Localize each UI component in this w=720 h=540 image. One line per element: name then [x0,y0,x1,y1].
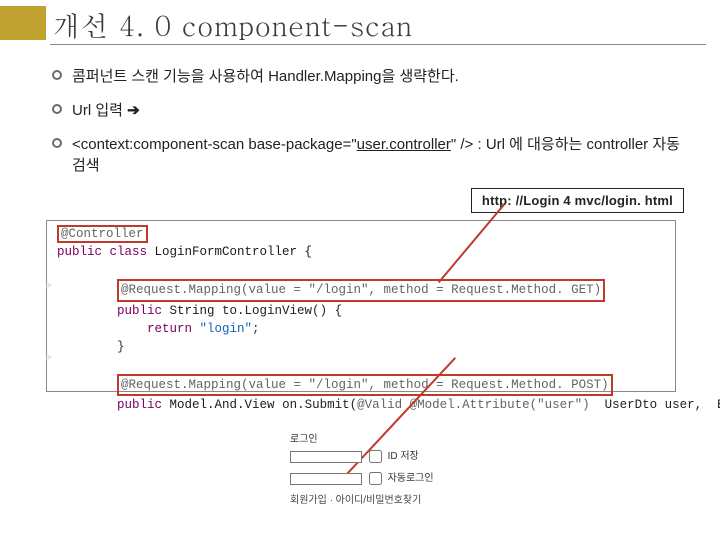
accent-block [0,6,46,40]
brace-1: } [117,340,125,354]
params-tail: UserDto user, Bind [590,398,720,412]
request-mapping-post: @Request.Mapping(value = "/login", metho… [121,378,609,392]
kw-public-3: public [117,398,170,412]
method-2: on.Submit( [282,398,357,412]
kw-class: class [110,245,155,259]
param-annos: @Valid @Model.Attribute("user") [357,398,590,412]
bullet-3: <context:component-scan base-package="us… [52,134,690,178]
login-title: 로그인 [290,430,460,445]
bullet-1-text: 콤퍼넌트 스캔 기능을 사용하여 Handler.Mapping을 생략한다. [72,68,459,85]
bullet-2-text: Url 입력 [72,102,127,119]
ret-type-2: Model.And.View [170,398,283,412]
class-name: LoginFormController { [155,245,313,259]
return-str: "login" [200,322,253,336]
fold-marker-2: ▹ [46,350,52,363]
bullet-list: 콤퍼넌트 스캔 기능을 사용하여 Handler.Mapping을 생략한다. … [52,60,690,189]
code-block: @Controller public class LoginFormContro… [46,220,676,392]
title-rule [50,44,706,45]
bullet-2: Url 입력 ➔ [52,100,690,122]
request-mapping-get: @Request.Mapping(value = "/login", metho… [121,283,601,297]
bullet-1: 콤퍼넌트 스캔 기능을 사용하여 Handler.Mapping을 생략한다. [52,66,690,88]
annotation-controller: @Controller [57,225,148,243]
fold-marker-1: ▹ [46,278,52,291]
save-id-checkbox[interactable] [369,450,382,463]
mini-login-form: 로그인 ID 저장 자동로그인 회원가입 · 아이디/비밀번호찾기 [290,430,460,506]
login-id-input[interactable] [290,451,362,463]
arrow-icon: ➔ [127,102,140,119]
auto-login-checkbox[interactable] [369,472,382,485]
semi-1: ; [252,322,260,336]
ret-type-1: String [170,304,223,318]
auto-login-label: 자동로그인 [388,473,434,484]
kw-public-2: public [117,304,170,318]
save-id-label: ID 저장 [388,451,419,462]
kw-return: return [147,322,200,336]
login-pw-input[interactable] [290,473,362,485]
bullet-3-prefix: <context:component-scan base-package=" [72,136,357,153]
kw-public: public [57,245,110,259]
page-title: 개선 4. 0 component-scan [52,4,413,44]
bullet-3-pkg: user.controller [357,136,451,153]
login-links: 회원가입 · 아이디/비밀번호찾기 [290,491,460,506]
url-callout: http: //Login 4 mvc/login. html [471,188,684,213]
method-1: to.LoginView() { [222,304,342,318]
